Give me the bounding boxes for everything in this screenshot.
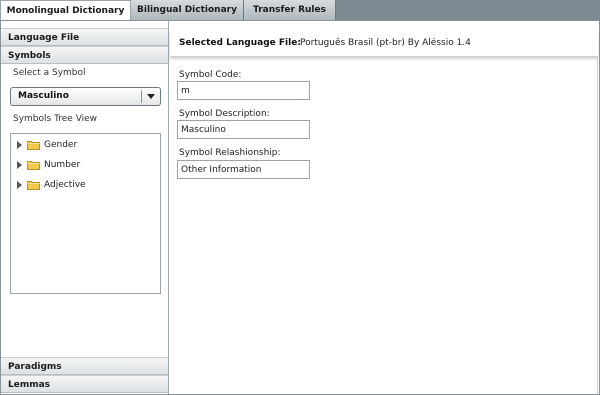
selected-file-label: Selected Language File: xyxy=(179,38,301,48)
tree-item-label: Adjective xyxy=(44,180,86,190)
symbol-description-label: Symbol Description: xyxy=(179,109,270,119)
symbol-relationship-label: Symbol Relashionship: xyxy=(179,148,281,158)
select-symbol-label: Select a Symbol xyxy=(13,68,86,78)
tab-bilingual-dictionary[interactable]: Bilingual Dictionary xyxy=(131,0,244,20)
selected-file-header: Selected Language File: Português Brasil… xyxy=(170,31,598,57)
expand-arrow-icon[interactable] xyxy=(17,181,22,189)
symbol-description-field[interactable] xyxy=(177,120,310,139)
tree-item-label: Gender xyxy=(44,140,78,150)
symbol-code-field[interactable] xyxy=(177,81,310,100)
tab-bar: Monolingual Dictionary Bilingual Diction… xyxy=(0,0,600,21)
panel-divider xyxy=(597,57,598,394)
symbol-select-value: Masculino xyxy=(18,91,69,101)
accordion-lemmas[interactable]: Lemmas xyxy=(1,375,168,393)
folder-icon xyxy=(27,181,40,190)
expand-arrow-icon[interactable] xyxy=(17,161,22,169)
symbol-relationship-field[interactable] xyxy=(177,160,310,179)
accordion-language-file[interactable]: Language File xyxy=(1,28,168,46)
expand-arrow-icon[interactable] xyxy=(17,141,22,149)
accordion-paradigms[interactable]: Paradigms xyxy=(1,357,168,375)
select-divider xyxy=(141,90,142,103)
symbols-tree[interactable]: Gender Number Adjective xyxy=(10,133,161,294)
main-frame: Language File Symbols Select a Symbol Ma… xyxy=(0,20,600,395)
symbol-code-label: Symbol Code: xyxy=(179,70,242,80)
folder-icon xyxy=(27,161,40,170)
symbol-select[interactable]: Masculino xyxy=(10,87,161,106)
accordion-symbols[interactable]: Symbols xyxy=(1,46,168,64)
tree-item-label: Number xyxy=(44,160,81,170)
tab-monolingual-dictionary[interactable]: Monolingual Dictionary xyxy=(0,0,131,21)
left-accordion: Language File Symbols Select a Symbol Ma… xyxy=(1,21,169,394)
chevron-down-icon[interactable] xyxy=(147,94,155,99)
selected-file-value: Português Brasil (pt-br) By Aléssio 1.4 xyxy=(300,38,471,48)
folder-icon xyxy=(27,141,40,150)
tab-transfer-rules[interactable]: Transfer Rules xyxy=(244,0,336,20)
tree-view-label: Symbols Tree View xyxy=(13,114,98,124)
